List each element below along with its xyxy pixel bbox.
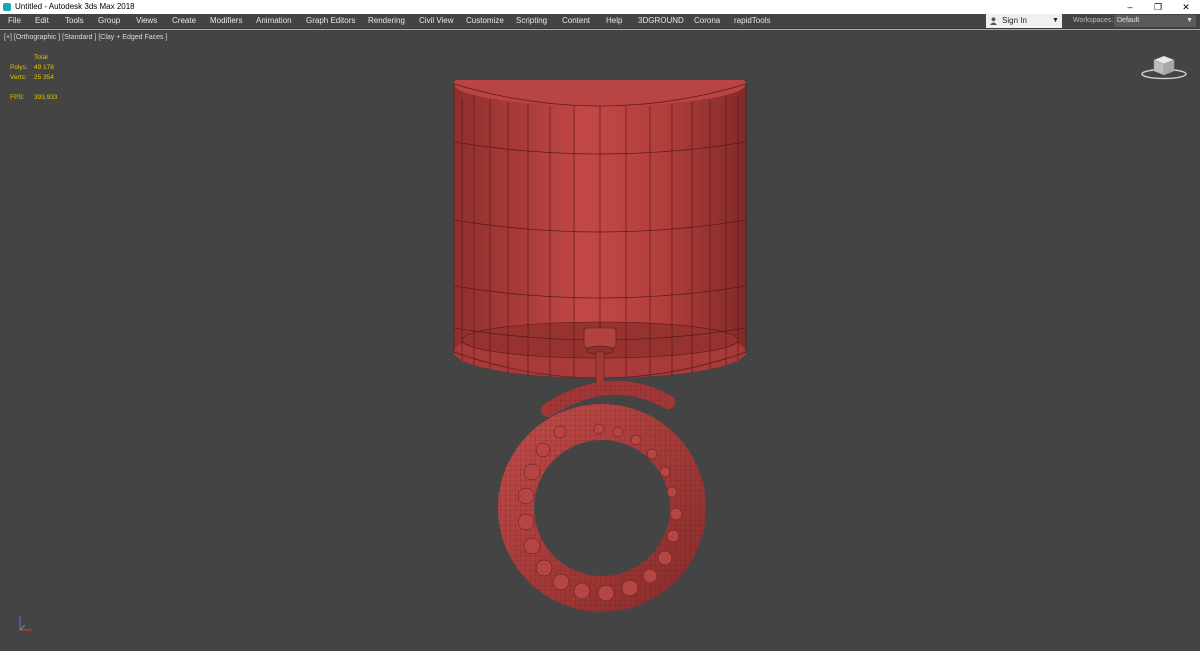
menu-group[interactable]: Group <box>98 14 120 28</box>
close-button[interactable]: ✕ <box>1172 0 1200 14</box>
workspaces-select[interactable]: Default ▼ <box>1114 15 1196 27</box>
stats-polys-value: 49 178 <box>34 64 54 71</box>
statistics-overlay: Total Polys: 49 178 Verts: 25 354 FPS: 393,… <box>10 53 90 103</box>
minimize-button[interactable]: – <box>1116 0 1144 14</box>
stats-fps-value: 393,933 <box>34 94 58 101</box>
menu-corona[interactable]: Corona <box>694 14 720 28</box>
menu-animation[interactable]: Animation <box>256 14 292 28</box>
restore-button[interactable]: ❐ <box>1144 0 1172 14</box>
title-bar: Untitled - Autodesk 3ds Max 2018 – ❐ ✕ <box>0 0 1200 14</box>
stats-polys-label: Polys: <box>10 64 28 71</box>
menu-modifiers[interactable]: Modifiers <box>210 14 242 28</box>
3dsmax-icon <box>3 3 11 11</box>
menu-3dground[interactable]: 3DGROUND <box>638 14 684 28</box>
viewport-label[interactable]: [+] [Orthographic ] [Standard ] [Clay + … <box>4 34 167 41</box>
chevron-down-icon: ▼ <box>1186 17 1193 24</box>
menu-customize[interactable]: Customize <box>466 14 504 28</box>
menu-rapidtools[interactable]: rapidTools <box>734 14 770 28</box>
workspaces-label: Workspaces: <box>1073 17 1114 24</box>
menu-content[interactable]: Content <box>562 14 590 28</box>
sign-in-label: Sign In <box>1002 16 1027 25</box>
stats-fps-label: FPS: <box>10 94 25 101</box>
stats-verts-value: 25 354 <box>34 74 54 81</box>
lamp-model[interactable] <box>440 80 770 640</box>
user-icon <box>990 17 997 25</box>
menu-create[interactable]: Create <box>172 14 196 28</box>
axis-tripod-icon <box>19 616 32 631</box>
menu-scripting[interactable]: Scripting <box>516 14 547 28</box>
chevron-down-icon: ▼ <box>1052 17 1059 24</box>
sign-in-dropdown[interactable]: Sign In ▼ <box>986 14 1062 28</box>
viewport-orthographic[interactable]: [+] [Orthographic ] [Standard ] [Clay + … <box>0 29 1200 651</box>
menu-civil-view[interactable]: Civil View <box>419 14 454 28</box>
stats-total-label: Total <box>34 54 48 61</box>
menu-help[interactable]: Help <box>606 14 622 28</box>
menu-graph-editors[interactable]: Graph Editors <box>306 14 355 28</box>
menu-edit[interactable]: Edit <box>35 14 49 28</box>
menu-views[interactable]: Views <box>136 14 157 28</box>
menu-rendering[interactable]: Rendering <box>368 14 405 28</box>
window-title: Untitled - Autodesk 3ds Max 2018 <box>15 2 135 11</box>
workspaces-value: Default <box>1117 17 1140 24</box>
stats-verts-label: Verts: <box>10 74 27 81</box>
menu-file[interactable]: File <box>8 14 21 28</box>
lamp-ring <box>498 380 706 612</box>
menu-tools[interactable]: Tools <box>65 14 84 28</box>
viewcube-icon[interactable] <box>1140 50 1188 82</box>
